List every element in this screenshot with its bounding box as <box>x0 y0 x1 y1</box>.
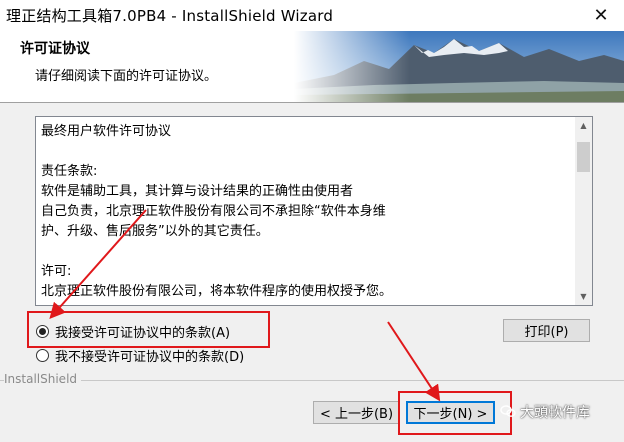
highlight-box-accept <box>27 311 270 348</box>
back-button[interactable]: < 上一步(B) <box>313 401 400 424</box>
license-line: 许可: <box>41 264 72 279</box>
header-banner: 许可证协议 请仔细阅读下面的许可证协议。 <box>0 31 624 103</box>
scroll-thumb[interactable] <box>577 142 590 172</box>
print-button[interactable]: 打印(P) <box>503 319 590 342</box>
license-line: 北京理正软件股份有限公司，将本软件程序的使用权授予您。 <box>41 284 393 299</box>
page-title: 许可证协议 <box>20 41 90 57</box>
title-bar: 理正结构工具箱7.0PB4 - InstallShield Wizard ✕ <box>0 0 624 31</box>
close-button[interactable]: ✕ <box>578 0 624 31</box>
license-line: 自己负责，北京理正软件股份有限公司不承担除“软件本身维 <box>41 204 386 219</box>
license-text-box[interactable]: 最终用户软件许可协议 责任条款: 软件是辅助工具，其计算与设计结果的正确性由使用… <box>35 116 593 306</box>
watermark-text: 大頭軟件库 <box>520 405 590 421</box>
license-line: 责任条款: <box>41 164 98 179</box>
brand-divider <box>0 380 624 381</box>
license-line: 护、升级、售后服务”以外的其它责任。 <box>41 224 269 239</box>
arrow-to-next <box>387 321 441 402</box>
window-title: 理正结构工具箱7.0PB4 - InstallShield Wizard <box>6 7 334 25</box>
license-line: 最终用户软件许可协议 <box>41 124 172 139</box>
scroll-up-arrow-icon[interactable]: ▲ <box>575 117 592 134</box>
page-subtitle: 请仔细阅读下面的许可证协议。 <box>35 69 218 84</box>
wechat-watermark-icon <box>500 405 516 417</box>
license-line: 软件是辅助工具，其计算与设计结果的正确性由使用者 <box>41 184 354 199</box>
mountain-landscape-image <box>294 31 624 102</box>
highlight-box-next <box>398 391 512 435</box>
scroll-down-arrow-icon[interactable]: ▼ <box>575 288 592 305</box>
installshield-brand: InstallShield <box>4 372 82 386</box>
decline-radio-option[interactable]: 我不接受许可证协议中的条款(D) <box>36 346 244 365</box>
decline-radio-label[interactable]: 我不接受许可证协议中的条款(D) <box>55 346 244 365</box>
decline-radio[interactable] <box>36 349 49 362</box>
vertical-scrollbar[interactable]: ▲ ▼ <box>575 117 592 305</box>
